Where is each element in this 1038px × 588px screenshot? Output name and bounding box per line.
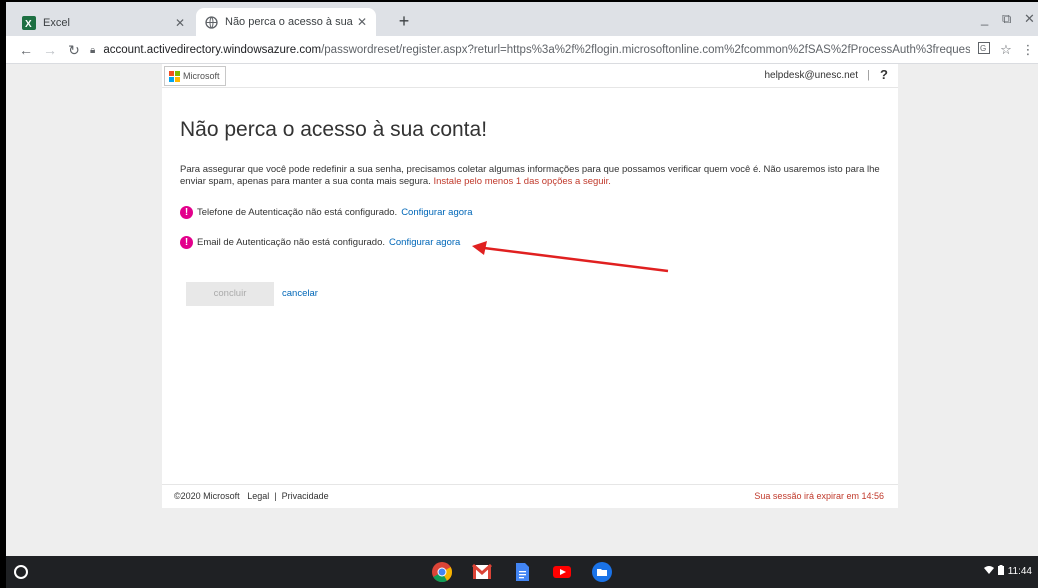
alert-icon: ! <box>180 206 193 219</box>
microsoft-squares-icon <box>169 70 180 82</box>
files-icon[interactable] <box>592 562 612 582</box>
card-footer: ©2020 Microsoft Legal | Privacidade Sua … <box>162 484 898 508</box>
privacy-link[interactable]: Privacidade <box>282 491 329 501</box>
menu-kebab-icon[interactable]: ⋮ <box>1018 40 1038 60</box>
tab-label: Não perca o acesso à sua conta <box>225 16 354 28</box>
user-email[interactable]: helpdesk@unesc.net <box>764 70 858 81</box>
browser-toolbar: ← → ↻ 🔒︎ account.activedirectory.windows… <box>6 36 1038 64</box>
auth-email-item: ! Email de Autenticação não está configu… <box>180 236 460 249</box>
battery-icon <box>997 565 1004 578</box>
microsoft-logo: Microsoft <box>164 66 226 86</box>
configure-phone-link[interactable]: Configurar agora <box>401 207 472 218</box>
excel-icon: X <box>22 16 36 30</box>
copyright-text: ©2020 Microsoft <box>174 491 240 501</box>
status-tray[interactable]: 11:44 <box>983 565 1032 578</box>
footer-divider: | <box>274 491 277 501</box>
chrome-icon[interactable] <box>432 562 453 583</box>
forward-icon[interactable]: → <box>40 40 60 60</box>
header-separator: | <box>867 69 870 81</box>
configure-email-link[interactable]: Configurar agora <box>389 237 460 248</box>
gmail-icon[interactable] <box>472 562 492 582</box>
page-title: Não perca o acesso à sua conta! <box>180 118 488 141</box>
registration-card: Microsoft helpdesk@unesc.net | ? Não per… <box>162 64 898 508</box>
bookmark-star-icon[interactable]: ☆ <box>996 40 1016 60</box>
back-icon[interactable]: ← <box>16 40 36 60</box>
translate-icon[interactable]: G <box>974 40 994 60</box>
card-header: Microsoft helpdesk@unesc.net | ? <box>162 64 898 88</box>
wifi-icon <box>983 566 994 577</box>
globe-icon <box>204 15 218 29</box>
auth-email-status: Email de Autenticação não está configura… <box>197 237 386 248</box>
docs-icon[interactable] <box>512 562 532 582</box>
restore-icon[interactable]: ⧉ <box>1002 11 1011 27</box>
page-description: Para assegurar que você pode redefinir a… <box>180 164 890 188</box>
footer-links: ©2020 Microsoft Legal | Privacidade <box>174 491 329 501</box>
tab-account-recovery[interactable]: Não perca o acesso à sua conta ✕ <box>196 8 376 36</box>
launcher-icon[interactable] <box>14 565 28 579</box>
close-icon[interactable]: ✕ <box>354 15 370 29</box>
finish-button[interactable]: concluir <box>186 282 274 306</box>
youtube-icon[interactable] <box>552 562 572 582</box>
reload-icon[interactable]: ↻ <box>64 40 84 60</box>
close-window-icon[interactable]: ✕ <box>1024 11 1035 27</box>
close-icon[interactable]: ✕ <box>172 16 188 30</box>
cancel-link[interactable]: cancelar <box>282 288 318 299</box>
clock: 11:44 <box>1007 566 1032 577</box>
description-warning: Instale pelo menos 1 das opções a seguir… <box>433 176 611 187</box>
address-bar[interactable]: 🔒︎ account.activedirectory.windowsazure.… <box>90 39 970 61</box>
alert-icon: ! <box>180 236 193 249</box>
help-icon[interactable]: ? <box>880 67 888 82</box>
svg-text:X: X <box>25 19 32 30</box>
page-viewport: Microsoft helpdesk@unesc.net | ? Não per… <box>6 64 1038 556</box>
logo-text: Microsoft <box>183 71 220 81</box>
new-tab-button[interactable]: + <box>394 11 414 31</box>
session-expiry-notice: Sua sessão irá expirar em 14:56 <box>754 491 884 501</box>
tab-excel[interactable]: X Excel ✕ <box>14 10 194 36</box>
auth-phone-item: ! Telefone de Autenticação não está conf… <box>180 206 472 219</box>
auth-phone-status: Telefone de Autenticação não está config… <box>197 207 398 218</box>
minimize-icon[interactable]: _ <box>981 11 988 26</box>
legal-link[interactable]: Legal <box>247 491 269 501</box>
tab-strip: X Excel ✕ Não perca o acesso à sua conta… <box>6 2 1038 36</box>
address-host: account.activedirectory.windowsazure.com <box>103 44 322 56</box>
svg-text:G: G <box>980 44 986 53</box>
lock-icon: 🔒︎ <box>90 44 96 56</box>
os-shelf: 11:44 <box>6 556 1038 588</box>
address-path: /passwordreset/register.aspx?returl=http… <box>321 44 970 56</box>
tab-label: Excel <box>43 17 70 29</box>
